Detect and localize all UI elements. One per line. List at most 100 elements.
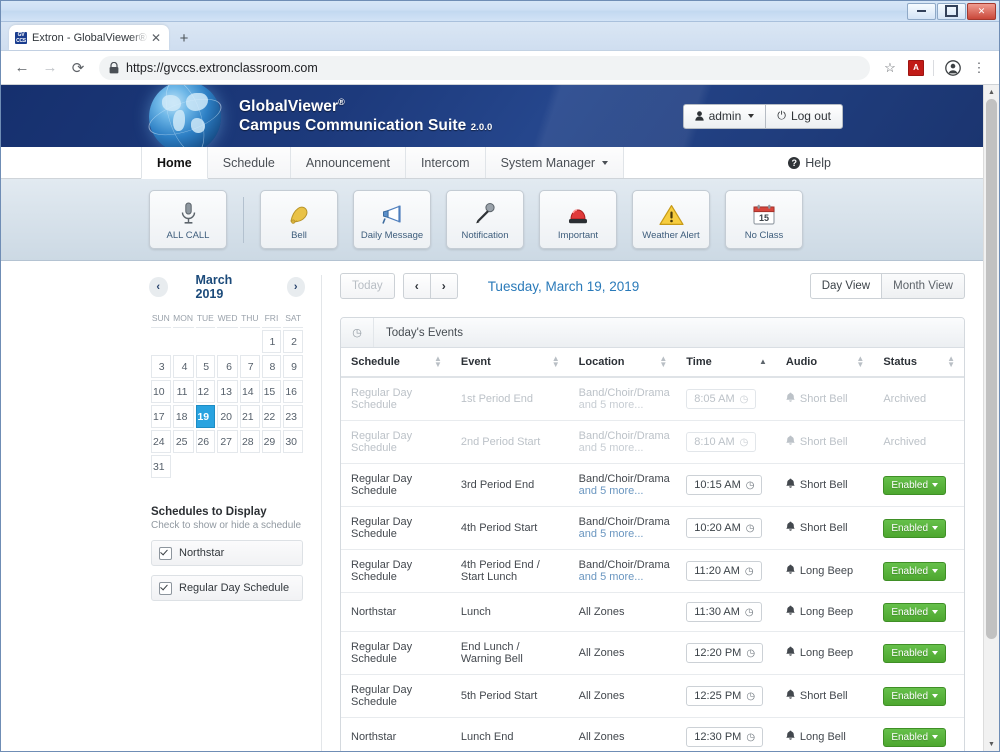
close-button[interactable]: ✕ <box>967 2 996 20</box>
quick-action-all-call[interactable]: ALL CALL <box>149 190 227 249</box>
calendar-day-cell[interactable]: 7 <box>240 355 260 378</box>
today-button[interactable]: Today <box>340 273 395 299</box>
table-row[interactable]: Regular Day Schedule End Lunch / Warning … <box>341 631 964 675</box>
maximize-button[interactable] <box>937 2 966 20</box>
calendar-day-cell[interactable]: 1 <box>261 330 282 353</box>
scroll-up-arrow[interactable]: ▲ <box>984 85 999 99</box>
calendar-day-cell[interactable]: 13 <box>217 380 238 403</box>
table-row[interactable]: Regular Day Schedule 3rd Period End Band/C… <box>341 463 964 507</box>
status-enabled-dropdown-button[interactable]: Enabled <box>883 475 947 495</box>
table-row[interactable]: Regular Day Schedule 5th Period Start All … <box>341 674 964 718</box>
time-input[interactable]: 12:30 PM ◷ <box>686 727 764 747</box>
schedule-toggle-regular-day[interactable]: Regular Day Schedule <box>151 575 303 601</box>
scroll-down-arrow[interactable]: ▼ <box>984 737 999 751</box>
time-input[interactable]: 12:20 PM ◷ <box>686 643 764 663</box>
time-input[interactable]: 8:10 AM ◷ <box>686 432 757 452</box>
time-input[interactable]: 10:15 AM ◷ <box>686 475 763 495</box>
time-input[interactable]: 10:20 AM ◷ <box>686 518 763 538</box>
location-more-link[interactable]: and 5 more... <box>579 528 669 540</box>
nav-item-system-manager[interactable]: System Manager <box>485 147 625 178</box>
calendar-day-cell[interactable]: 28 <box>240 430 260 453</box>
calendar-prev-month-button[interactable]: ‹ <box>149 277 168 297</box>
table-row[interactable]: Northstar Lunch All Zones 11:30 AM ◷ Long Bee… <box>341 592 964 632</box>
location-more-link[interactable]: and 5 more... <box>579 485 669 497</box>
scrollbar-thumb[interactable] <box>986 99 997 639</box>
events-column-header-audio[interactable]: Audio ▲ ▼ <box>775 348 874 378</box>
calendar-day-cell[interactable]: 20 <box>217 405 238 428</box>
status-enabled-dropdown-button[interactable]: Enabled <box>883 518 947 538</box>
calendar-day-cell[interactable]: 27 <box>217 430 238 453</box>
minimize-button[interactable] <box>907 2 936 20</box>
quick-action-daily-message[interactable]: Daily Message <box>353 190 431 249</box>
browser-menu-icon[interactable]: ⋮ <box>967 56 991 80</box>
calendar-day-cell[interactable]: 4 <box>172 355 194 378</box>
reload-button[interactable]: ⟳ <box>65 55 91 81</box>
location-more-link[interactable]: and 5 more... <box>579 571 669 583</box>
status-enabled-dropdown-button[interactable]: Enabled <box>883 686 947 706</box>
calendar-day-cell[interactable]: 6 <box>217 355 238 378</box>
time-input[interactable]: 8:05 AM ◷ <box>686 389 757 409</box>
calendar-day-cell[interactable]: 8 <box>261 355 282 378</box>
nav-item-intercom[interactable]: Intercom <box>405 147 486 178</box>
checkbox[interactable] <box>159 546 172 560</box>
calendar-day-cell[interactable]: 30 <box>283 430 303 453</box>
day-view-button[interactable]: Day View <box>809 273 883 299</box>
quick-action-weather-alert[interactable]: Weather Alert <box>632 190 710 249</box>
status-enabled-dropdown-button[interactable]: Enabled <box>883 727 947 747</box>
schedule-toggle-northstar[interactable]: Northstar <box>151 540 303 566</box>
browser-tab[interactable]: GVCCS Extron - GlobalViewer® Campus Co ✕ <box>9 25 169 50</box>
forward-button[interactable]: → <box>37 55 63 81</box>
back-button[interactable]: ← <box>9 55 35 81</box>
logout-button[interactable]: ⏻ Log out <box>765 103 843 129</box>
location-more-link[interactable]: and 5 more... <box>579 399 669 411</box>
calendar-day-cell[interactable]: 15 <box>261 380 282 403</box>
table-row[interactable]: Northstar Lunch End All Zones 12:30 PM ◷ Long… <box>341 717 964 751</box>
bookmark-star-icon[interactable]: ☆ <box>878 56 902 80</box>
calendar-day-cell[interactable]: 16 <box>283 380 303 403</box>
time-input[interactable]: 12:25 PM ◷ <box>686 686 764 706</box>
profile-avatar-icon[interactable] <box>941 56 965 80</box>
calendar-day-cell[interactable]: 21 <box>240 405 260 428</box>
time-input[interactable]: 11:20 AM ◷ <box>686 561 762 581</box>
status-enabled-dropdown-button[interactable]: Enabled <box>883 643 947 663</box>
events-column-header-time[interactable]: Time ▲ <box>676 348 776 378</box>
quick-action-important[interactable]: Important <box>539 190 617 249</box>
events-column-header-location[interactable]: Location ▲ ▼ <box>568 348 677 378</box>
calendar-day-cell[interactable]: 2 <box>283 330 303 353</box>
status-enabled-dropdown-button[interactable]: Enabled <box>883 602 947 622</box>
events-column-header-status[interactable]: Status ▲ ▼ <box>873 348 964 378</box>
page-scrollbar[interactable]: ▲ ▼ <box>983 85 999 751</box>
calendar-day-cell[interactable]: 25 <box>172 430 194 453</box>
calendar-day-cell[interactable]: 11 <box>172 380 194 403</box>
status-enabled-dropdown-button[interactable]: Enabled <box>883 561 947 581</box>
calendar-day-cell[interactable]: 26 <box>195 430 216 453</box>
quick-action-no-class[interactable]: 15 No Class <box>725 190 803 249</box>
events-column-header-event[interactable]: Event ▲ ▼ <box>450 348 569 378</box>
previous-day-button[interactable]: ‹ <box>402 273 431 299</box>
next-day-button[interactable]: › <box>430 273 458 299</box>
tab-close-icon[interactable]: ✕ <box>149 31 163 45</box>
calendar-day-cell[interactable]: 23 <box>283 405 303 428</box>
calendar-day-cell[interactable]: 29 <box>261 430 282 453</box>
calendar-day-cell[interactable]: 18 <box>172 405 194 428</box>
month-view-button[interactable]: Month View <box>882 273 965 299</box>
table-row[interactable]: Regular Day Schedule 4th Period End / Sta… <box>341 549 964 593</box>
address-bar[interactable]: https://gvccs.extronclassroom.com <box>99 55 870 80</box>
calendar-day-cell[interactable]: 14 <box>240 380 260 403</box>
calendar-day-cell[interactable]: 10 <box>151 380 171 403</box>
calendar-day-cell[interactable]: 22 <box>261 405 282 428</box>
help-link[interactable]: ? Help <box>788 147 831 178</box>
calendar-day-cell[interactable]: 9 <box>283 355 303 378</box>
nav-item-announcement[interactable]: Announcement <box>290 147 406 178</box>
calendar-day-cell[interactable]: 17 <box>151 405 171 428</box>
calendar-day-cell[interactable]: 3 <box>151 355 171 378</box>
pdf-extension-icon[interactable]: A <box>904 56 928 80</box>
new-tab-button[interactable]: + <box>171 26 197 50</box>
calendar-day-cell[interactable]: 19 <box>195 405 216 428</box>
table-row[interactable]: Regular Day Schedule 2nd Period Start Band… <box>341 420 964 464</box>
time-input[interactable]: 11:30 AM ◷ <box>686 602 762 622</box>
events-column-header-schedule[interactable]: Schedule ▲ ▼ <box>341 348 451 378</box>
table-row[interactable]: Regular Day Schedule 1st Period End Band/C… <box>341 377 964 421</box>
nav-item-schedule[interactable]: Schedule <box>207 147 291 178</box>
calendar-day-cell[interactable]: 31 <box>151 455 171 478</box>
